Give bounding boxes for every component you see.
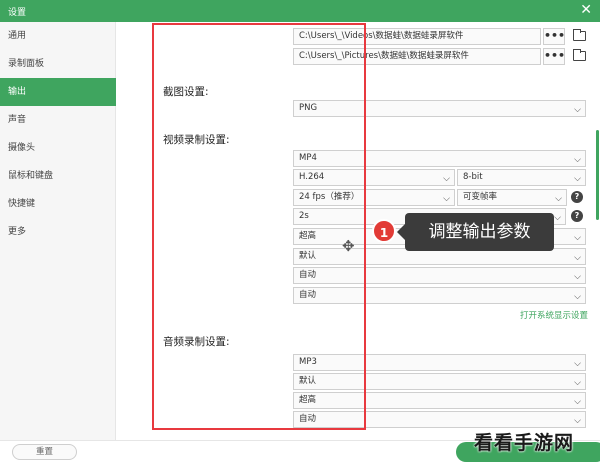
audio-quality-row: 音频质量: 超高 ⌵ (116, 391, 600, 411)
audio-sample-rate-select[interactable]: 自动 ⌵ (293, 411, 586, 428)
video-settings-title: 视频录制设置: (163, 134, 230, 146)
chevron-down-icon: ⌵ (443, 174, 450, 184)
channels-row: 声道数: 自动 ⌵ (116, 286, 600, 306)
browse-output-button[interactable]: ••• (543, 28, 565, 45)
chevron-down-icon: ⌵ (574, 105, 581, 115)
chevron-down-icon: ⌵ (574, 155, 581, 165)
framerate-mode-value: 可变帧率 (463, 192, 498, 202)
screenshot-format-value: PNG (299, 103, 318, 113)
sidebar-item-hotkeys[interactable]: 快捷键 (0, 190, 116, 218)
scrollbar[interactable] (596, 130, 599, 220)
chevron-down-icon: ⌵ (443, 194, 450, 204)
chevron-down-icon: ⌵ (574, 233, 581, 243)
audio-encoder-row: 编码器: 默认 ⌵ (116, 372, 600, 392)
chevron-down-icon: ⌵ (574, 253, 581, 263)
help-icon[interactable]: ? (571, 210, 583, 222)
keyframe-value: 2s (299, 211, 309, 221)
move-cursor-icon: ✥ (342, 237, 355, 255)
audio-quality-select[interactable]: 超高 ⌵ (293, 392, 586, 409)
audio-format-row: 音频格式: MP3 ⌵ (116, 353, 600, 373)
sidebar-item-general[interactable]: 通用 (0, 22, 116, 50)
chevron-down-icon: ⌵ (574, 416, 581, 426)
encoder-value: H.264 (299, 172, 325, 182)
chevron-down-icon: ⌵ (574, 378, 581, 388)
folder-icon[interactable] (573, 49, 586, 61)
reset-button[interactable]: 重置 (12, 444, 77, 460)
step-badge: 1 (372, 219, 396, 243)
screenshot-file-location-row: 截图文件位置: C:\Users\_\Pictures\数据蛙\数据蛙录屏软件 … (116, 47, 600, 67)
chevron-down-icon: ⌵ (574, 174, 581, 184)
framerate-select[interactable]: 24 fps（推荐） ⌵ (293, 189, 455, 206)
chevron-down-icon: ⌵ (574, 272, 581, 282)
quality-value: 超高 (299, 231, 317, 241)
screenshot-settings-title: 截图设置: (163, 86, 209, 98)
sidebar-item-mouse-keyboard[interactable]: 鼠标和键盘 (0, 162, 116, 190)
encoder-row: 编码器: H.264 ⌵ 8-bit ⌵ (116, 168, 600, 188)
output-file-location-row: 输出文件位置: C:\Users\_\Videos\数据蛙\数据蛙录屏软件 ••… (116, 27, 600, 47)
sidebar: 通用 录制面板 输出 声音 摄像头 鼠标和键盘 快捷键 更多 (0, 22, 116, 440)
screenshot-format-row: 截图格式: PNG ⌵ (116, 99, 600, 119)
chevron-down-icon: ⌵ (554, 213, 561, 223)
audio-settings-title: 音频录制设置: (163, 336, 230, 348)
chevron-down-icon: ⌵ (574, 292, 581, 302)
audio-encoder-value: 默认 (299, 376, 317, 386)
chevron-down-icon: ⌵ (555, 194, 562, 204)
folder-icon[interactable] (573, 29, 586, 41)
screenshot-format-select[interactable]: PNG ⌵ (293, 100, 586, 117)
video-format-value: MP4 (299, 153, 317, 163)
open-system-display-settings-link[interactable]: 打开系统显示设置 (520, 309, 588, 321)
audio-sample-rate-row: 采样率: 自动 ⌵ (116, 410, 600, 430)
framerate-mode-select[interactable]: 可变帧率 ⌵ (457, 189, 567, 206)
chevron-down-icon: ⌵ (574, 359, 581, 369)
framerate-value: 24 fps（推荐） (299, 192, 360, 202)
framerate-row: 帧率: 24 fps（推荐） ⌵ 可变帧率 ⌵ ? (116, 188, 600, 208)
channels-select[interactable]: 自动 ⌵ (293, 287, 586, 304)
video-format-row: 视频格式: MP4 ⌵ (116, 149, 600, 169)
audio-encoder-select[interactable]: 默认 ⌵ (293, 373, 586, 390)
sidebar-item-output[interactable]: 输出 (0, 78, 116, 106)
chevron-down-icon: ⌵ (574, 397, 581, 407)
audio-sample-rate-value: 自动 (299, 414, 317, 424)
close-icon[interactable]: ✕ (580, 2, 592, 18)
sidebar-item-sound[interactable]: 声音 (0, 106, 116, 134)
audio-codec-value: 默认 (299, 251, 317, 261)
title-bar: 设置 ✕ (0, 0, 600, 22)
video-sample-rate-value: 自动 (299, 270, 317, 280)
sidebar-item-more[interactable]: 更多 (0, 218, 116, 246)
screenshot-file-location-input[interactable]: C:\Users\_\Pictures\数据蛙\数据蛙录屏软件 (293, 48, 541, 65)
audio-format-value: MP3 (299, 357, 317, 367)
callout-label: 调整输出参数 (397, 213, 554, 251)
sidebar-item-recording-panel[interactable]: 录制面板 (0, 50, 116, 78)
encoder-select[interactable]: H.264 ⌵ (293, 169, 455, 186)
video-format-select[interactable]: MP4 ⌵ (293, 150, 586, 167)
help-icon[interactable]: ? (571, 191, 583, 203)
audio-format-select[interactable]: MP3 ⌵ (293, 354, 586, 371)
browse-screenshot-button[interactable]: ••• (543, 48, 565, 65)
window-title: 设置 (8, 8, 27, 18)
video-sample-rate-select[interactable]: 自动 ⌵ (293, 267, 586, 284)
video-sample-rate-row: 采样率: 自动 ⌵ (116, 266, 600, 286)
bit-depth-select[interactable]: 8-bit ⌵ (457, 169, 586, 186)
watermark: 看看手游网 (474, 432, 575, 454)
bit-depth-value: 8-bit (463, 172, 483, 182)
channels-value: 自动 (299, 290, 317, 300)
output-file-location-input[interactable]: C:\Users\_\Videos\数据蛙\数据蛙录屏软件 (293, 28, 541, 45)
audio-quality-value: 超高 (299, 395, 317, 405)
sidebar-item-camera[interactable]: 摄像头 (0, 134, 116, 162)
